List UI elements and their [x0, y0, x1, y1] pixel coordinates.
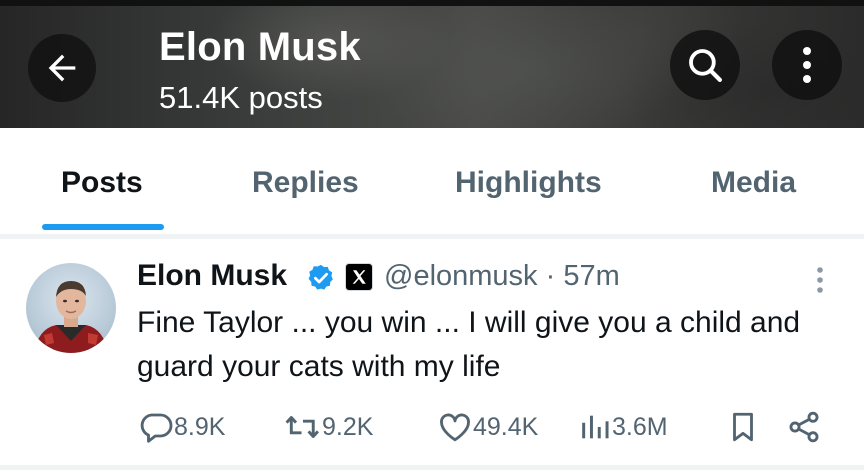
- reply-button[interactable]: 8.9K: [138, 407, 225, 447]
- tweet-more-icon[interactable]: [808, 265, 832, 295]
- views-count: 3.6M: [612, 412, 668, 441]
- heart-icon: [440, 413, 470, 442]
- tweet-divider: [0, 465, 864, 470]
- views-bar-chart-icon: [582, 415, 609, 439]
- verified-badge-icon: [308, 264, 333, 290]
- arrow-left-icon: [48, 54, 76, 82]
- header-profile-name: Elon Musk: [159, 25, 361, 69]
- search-button[interactable]: [670, 30, 740, 100]
- share-icon: [789, 411, 819, 443]
- search-icon: [689, 49, 722, 82]
- avatar[interactable]: [26, 263, 116, 353]
- tab-posts[interactable]: Posts: [61, 166, 143, 200]
- tweet[interactable]: Elon Musk @elonmusk · 57m Fine Taylor ..…: [0, 239, 864, 470]
- header-post-count: 51.4K posts: [159, 80, 323, 115]
- tweet-handle-and-time: @elonmusk · 57m: [384, 260, 620, 293]
- bookmark-icon: [733, 412, 753, 442]
- tab-media[interactable]: Media: [711, 166, 796, 200]
- like-count: 49.4K: [473, 412, 539, 441]
- avatar-image: [34, 281, 108, 353]
- tweet-author-name[interactable]: Elon Musk: [137, 259, 287, 293]
- reply-count: 8.9K: [174, 412, 226, 441]
- tweet-handle[interactable]: @elonmusk: [384, 260, 538, 292]
- more-options-button[interactable]: [772, 30, 842, 100]
- active-tab-indicator: [42, 224, 164, 230]
- share-button[interactable]: [786, 407, 822, 447]
- separator-dot: ·: [545, 260, 556, 292]
- repost-count: 9.2K: [322, 412, 374, 441]
- back-button[interactable]: [28, 34, 96, 102]
- repost-icon: [285, 416, 319, 438]
- bookmark-button[interactable]: [726, 407, 760, 447]
- more-vertical-icon: [803, 47, 811, 83]
- repost-button[interactable]: 9.2K: [284, 407, 373, 447]
- x-affiliate-badge-icon: [345, 263, 373, 291]
- reply-icon: [140, 413, 173, 443]
- tweet-timestamp[interactable]: 57m: [563, 260, 619, 292]
- tweet-text: Fine Taylor ... you win ... I will give …: [137, 306, 801, 383]
- profile-tabs: Posts Replies Highlights Media: [0, 128, 864, 234]
- status-bar-strip: [0, 0, 864, 6]
- tweet-actions: 8.9K 9.2K 49.4K 3.6M: [0, 407, 864, 447]
- like-button[interactable]: 49.4K: [437, 407, 538, 447]
- tab-highlights[interactable]: Highlights: [455, 166, 602, 200]
- views-button[interactable]: 3.6M: [578, 407, 668, 447]
- tab-replies[interactable]: Replies: [252, 166, 359, 200]
- profile-header: Elon Musk 51.4K posts: [0, 0, 864, 128]
